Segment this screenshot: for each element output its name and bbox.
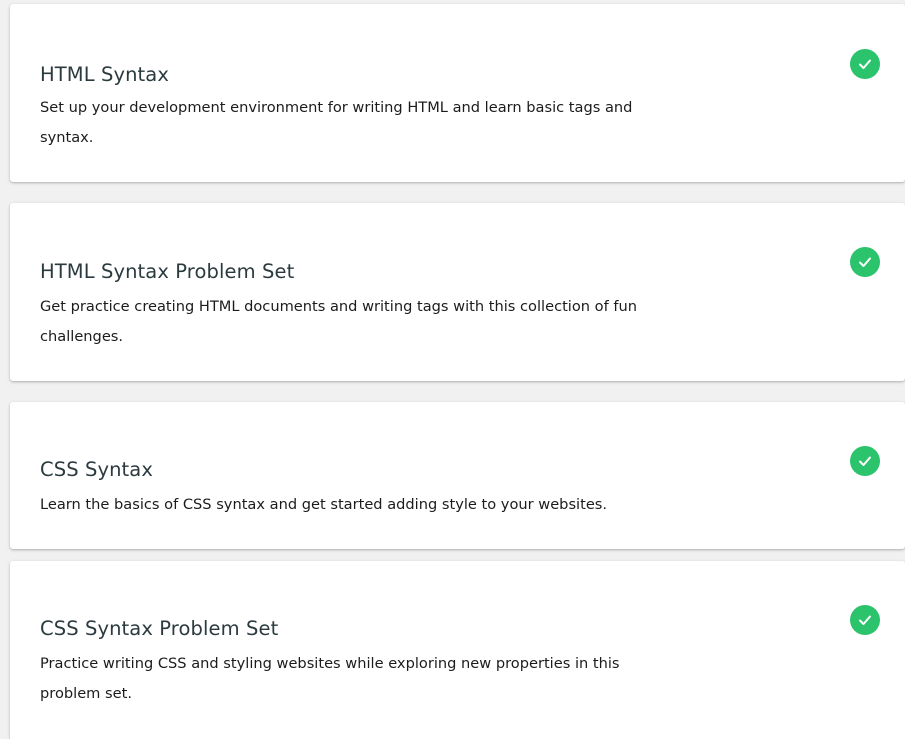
course-card-html-syntax-problem-set[interactable]: HTML Syntax Problem Set Get practice cre…	[10, 203, 905, 381]
course-card-css-syntax[interactable]: CSS Syntax Learn the basics of CSS synta…	[10, 402, 905, 549]
check-circle-icon	[850, 446, 880, 476]
course-card-css-syntax-problem-set[interactable]: CSS Syntax Problem Set Practice writing …	[10, 561, 905, 739]
course-description: Learn the basics of CSS syntax and get s…	[40, 496, 608, 513]
course-title: CSS Syntax Problem Set	[40, 617, 279, 640]
course-title: HTML Syntax	[40, 63, 169, 86]
course-description: Practice writing CSS and styling website…	[40, 655, 620, 702]
course-title: CSS Syntax	[40, 458, 153, 481]
course-title: HTML Syntax Problem Set	[40, 260, 295, 283]
course-description: Set up your development environment for …	[40, 99, 633, 146]
course-card-html-syntax[interactable]: HTML Syntax Set up your development envi…	[10, 4, 905, 182]
course-description: Get practice creating HTML documents and…	[40, 298, 638, 345]
course-list: HTML Syntax Set up your development envi…	[0, 0, 905, 739]
check-circle-icon	[850, 49, 880, 79]
check-circle-icon	[850, 605, 880, 635]
check-circle-icon	[850, 247, 880, 277]
